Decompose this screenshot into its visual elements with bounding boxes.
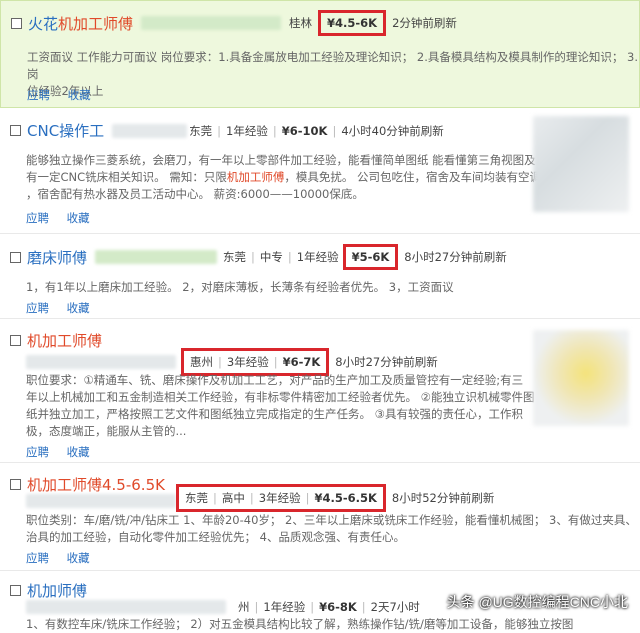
job-salary: ¥6-10K [281,123,328,138]
job-location: 东莞 [223,250,247,264]
job-experience: 1年经验 [296,250,339,264]
job-description: 工资面议 工作能力可面议 岗位要求：1.具备金属放电加工经验及理论知识； 2.具… [27,50,639,98]
refresh-time: 2分钟前刷新 [392,16,457,30]
apply-link[interactable]: 应聘 [26,301,49,315]
refresh-time: 8小时27分钟前刷新 [404,250,507,264]
apply-link[interactable]: 应聘 [26,211,49,225]
company-name [95,250,218,264]
company-thumbnail[interactable] [533,116,629,212]
job-salary: ¥6-7K [282,355,321,369]
job-experience: 3年经验 [258,491,301,505]
company-thumbnail[interactable] [533,330,629,426]
job-education: 中专 [259,250,283,264]
job-title[interactable]: CNC操作工 [27,120,104,141]
job-salary: ¥4.5-6K [327,16,378,30]
select-checkbox[interactable] [10,251,21,263]
job-salary: ¥5-6K [351,250,390,264]
job-location: 州 [238,600,250,614]
job-salary: ¥6-8K [319,600,357,614]
job-card-3[interactable]: 磨床师傅 东莞 | 中专 | 1年经验 ¥5-6K 8小时27分钟前刷新 1，有… [0,234,640,316]
job-location: 东莞 [185,491,208,505]
job-card-1[interactable]: 火花机加工师傅 桂林 ¥4.5-6K 2分钟前刷新 工资面议 工作能力可面议 岗… [0,0,640,108]
job-title[interactable]: 磨床师傅 [27,247,87,268]
meta-highlight: 东莞 | 高中 | 3年经验 | ¥4.5-6.5K [176,484,386,512]
job-description: 1、有数控车床/铣床工作经验； 2）对五金模具结构比较了解，熟练操作钻/铣/磨等… [26,617,574,631]
job-title[interactable]: 机加工师傅 [27,330,102,351]
company-name [112,123,188,138]
refresh-time: 8小时52分钟前刷新 [391,491,495,505]
select-checkbox[interactable] [10,125,21,136]
save-link[interactable]: 收藏 [67,301,90,315]
job-experience: 1年经验 [226,123,268,138]
row-divider [0,570,640,571]
row-divider [0,462,640,463]
apply-link[interactable]: 应聘 [26,551,49,565]
select-checkbox[interactable] [10,585,21,596]
job-title[interactable]: 机加工师傅4.5-6.5K [27,474,165,495]
job-description: 1，有1年以上磨床加工经验。 2，对磨床薄板，长薄条有经验者优先。 3，工资面议 [26,280,454,294]
job-education: 高中 [221,491,245,505]
salary-highlight: ¥4.5-6K [318,10,387,36]
job-description: 能够独立操作三菱系统，会磨刀，有一年以上零部件加工经验，能看懂简单图纸 能看懂第… [26,153,541,201]
job-description: 职位类别：车/磨/铣/冲/钻床工 1、年龄20-40岁； 2、三年以上磨床或铣床… [26,513,637,544]
refresh-time: 2天7小时 [370,600,420,614]
select-checkbox[interactable] [10,479,21,490]
job-description: 职位要求：①精通车、铣、磨床操作及机加工工艺，对产品的生产加工及质量管控有一定经… [26,373,535,438]
company-name [26,494,176,508]
salary-highlight: ¥5-6K [342,244,399,270]
job-location: 东莞 [189,123,213,138]
job-title[interactable]: 火花机加工师傅 [28,13,133,34]
job-location: 桂林 [289,16,313,30]
company-name [141,16,282,30]
job-location: 惠州 [190,355,213,369]
save-link[interactable]: 收藏 [67,445,90,459]
refresh-time: 4小时40分钟前刷新 [341,123,444,138]
select-checkbox[interactable] [11,17,22,29]
watermark: 头条 @UG数控编程CNC小北 [446,594,628,610]
job-salary: ¥4.5-6.5K [314,491,377,505]
apply-link[interactable]: 应聘 [27,88,50,102]
job-experience: 1年经验 [263,600,306,614]
save-link[interactable]: 收藏 [67,211,90,225]
company-name [26,600,226,614]
save-link[interactable]: 收藏 [68,88,91,102]
select-checkbox[interactable] [10,335,21,346]
job-experience: 3年经验 [226,355,269,369]
refresh-time: 8小时27分钟前刷新 [335,355,438,369]
job-card-5[interactable]: 机加工师傅4.5-6.5K 东莞 | 高中 | 3年经验 | ¥4.5-6.5K… [0,464,640,568]
job-title[interactable]: 机加师傅 [27,580,87,601]
row-divider [0,318,640,319]
apply-link[interactable]: 应聘 [26,445,49,459]
save-link[interactable]: 收藏 [67,551,90,565]
company-name [26,355,176,369]
